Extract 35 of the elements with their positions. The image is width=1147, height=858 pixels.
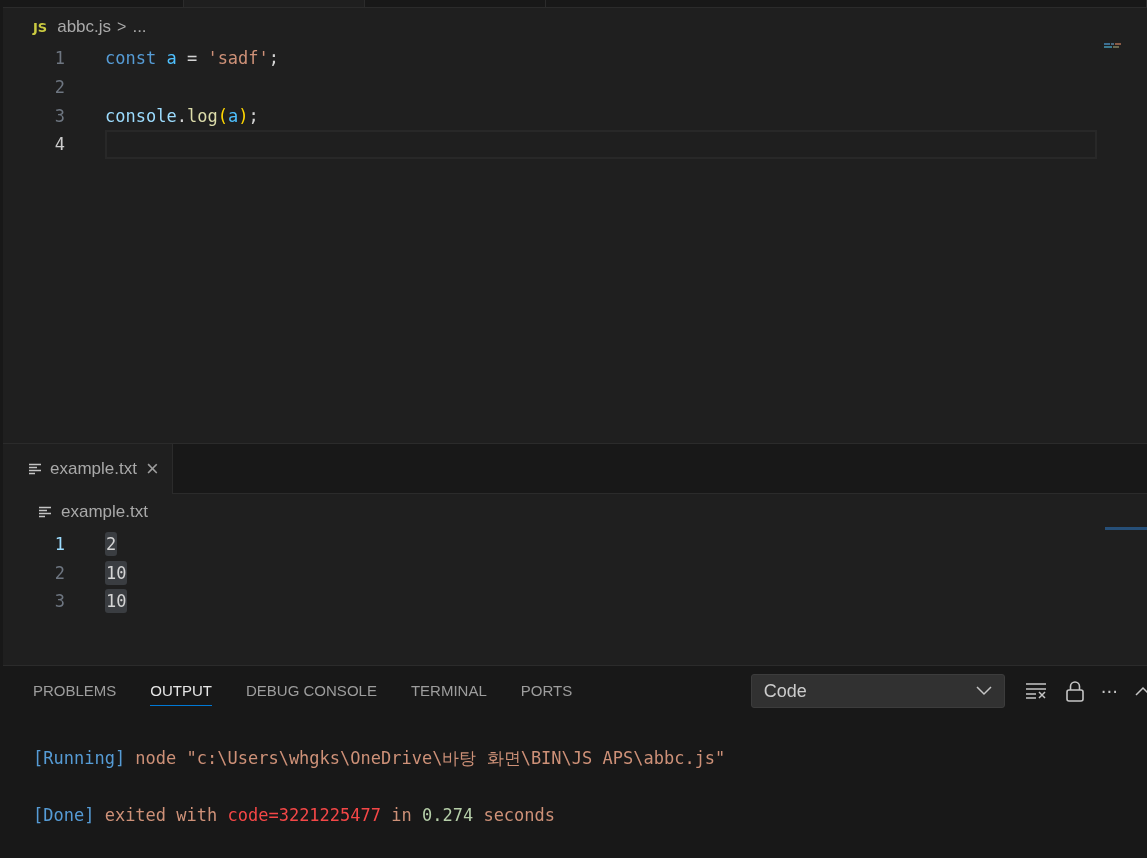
breadcrumb-file[interactable]: abbc.js [57,17,112,37]
selected-text: 10 [105,560,128,585]
output-line: [Done] exited with code=3221225477 in 0.274 seconds [33,805,556,826]
line-number: 1 [53,48,66,69]
line-number: 2 [53,562,66,583]
selected-text: 10 [105,589,128,614]
clear-output-icon[interactable] [1025,683,1048,699]
line-number: 3 [53,105,66,126]
minimap-drawing [1104,43,1122,49]
lock-icon[interactable] [1065,680,1084,702]
breadcrumb-separator: > [117,18,127,36]
chevron-up-icon[interactable] [1135,686,1147,696]
output-line: [Running] node "c:\Users\whgks\OneDrive\바탕 화면\BIN\JS APS\abbc.js" [33,746,726,770]
line-number: 2 [53,77,66,98]
breadcrumb-file[interactable]: example.txt [61,501,148,522]
editor-tab[interactable]: example.txt × [3,443,173,494]
chevron-down-icon [975,686,992,696]
panel-tab[interactable]: OUTPUT [150,676,213,706]
selected-text: 2 [105,532,118,557]
panel-tab[interactable]: DEBUG CONSOLE [246,676,377,706]
line-number: 4 [53,134,66,155]
close-icon[interactable]: × [145,455,159,482]
code-line: const a = 'sadf'; [105,48,280,69]
code-line: console.log(a); [105,105,259,126]
breadcrumb-more[interactable]: ... [132,17,147,37]
more-actions-icon[interactable]: ··· [1100,680,1118,702]
panel-tab[interactable]: TERMINAL [410,676,487,706]
panel-tab[interactable]: PROBLEMS [33,676,117,706]
line-number: 3 [53,591,66,612]
line-number: 1 [53,534,66,555]
output-channel-dropdown[interactable]: Code [750,674,1005,708]
panel-tab[interactable]: PORTS [520,676,573,706]
text-file-icon [39,505,51,518]
javascript-file-icon: JS [33,19,48,35]
text-file-icon [29,462,41,475]
